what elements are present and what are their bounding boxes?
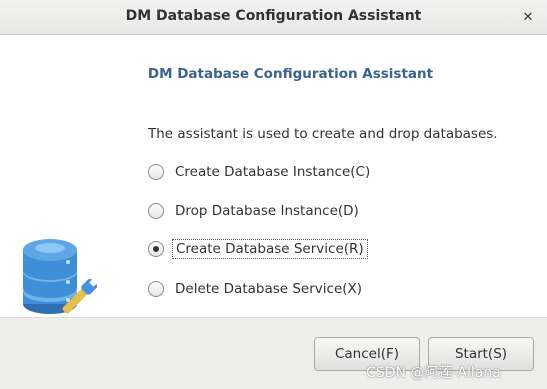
close-icon: ✕: [522, 10, 534, 25]
title-bar: DM Database Configuration Assistant ✕: [0, 0, 547, 35]
content-area: DM Database Configuration Assistant The …: [0, 36, 547, 317]
option-create-instance[interactable]: Create Database Instance(C): [148, 161, 373, 183]
option-label-create-instance[interactable]: Create Database Instance(C): [172, 163, 373, 181]
option-label-delete-service[interactable]: Delete Database Service(X): [172, 280, 365, 298]
watermark: CSDN @阿莲-Allana: [366, 365, 501, 381]
option-create-service[interactable]: Create Database Service(R): [148, 238, 368, 260]
window-title: DM Database Configuration Assistant: [125, 8, 422, 24]
database-wrench-icon: [23, 239, 100, 314]
close-button[interactable]: ✕: [518, 8, 538, 28]
radio-create-service[interactable]: [148, 241, 164, 257]
radio-create-instance[interactable]: [148, 164, 164, 180]
page-heading: DM Database Configuration Assistant: [147, 66, 434, 82]
option-drop-instance[interactable]: Drop Database Instance(D): [148, 200, 362, 222]
option-delete-service[interactable]: Delete Database Service(X): [148, 278, 365, 300]
intro-text: The assistant is used to create and drop…: [148, 126, 498, 142]
option-label-create-service[interactable]: Create Database Service(R): [172, 239, 368, 259]
radio-delete-service[interactable]: [148, 281, 164, 297]
radio-drop-instance[interactable]: [148, 203, 164, 219]
option-label-drop-instance[interactable]: Drop Database Instance(D): [172, 202, 362, 220]
